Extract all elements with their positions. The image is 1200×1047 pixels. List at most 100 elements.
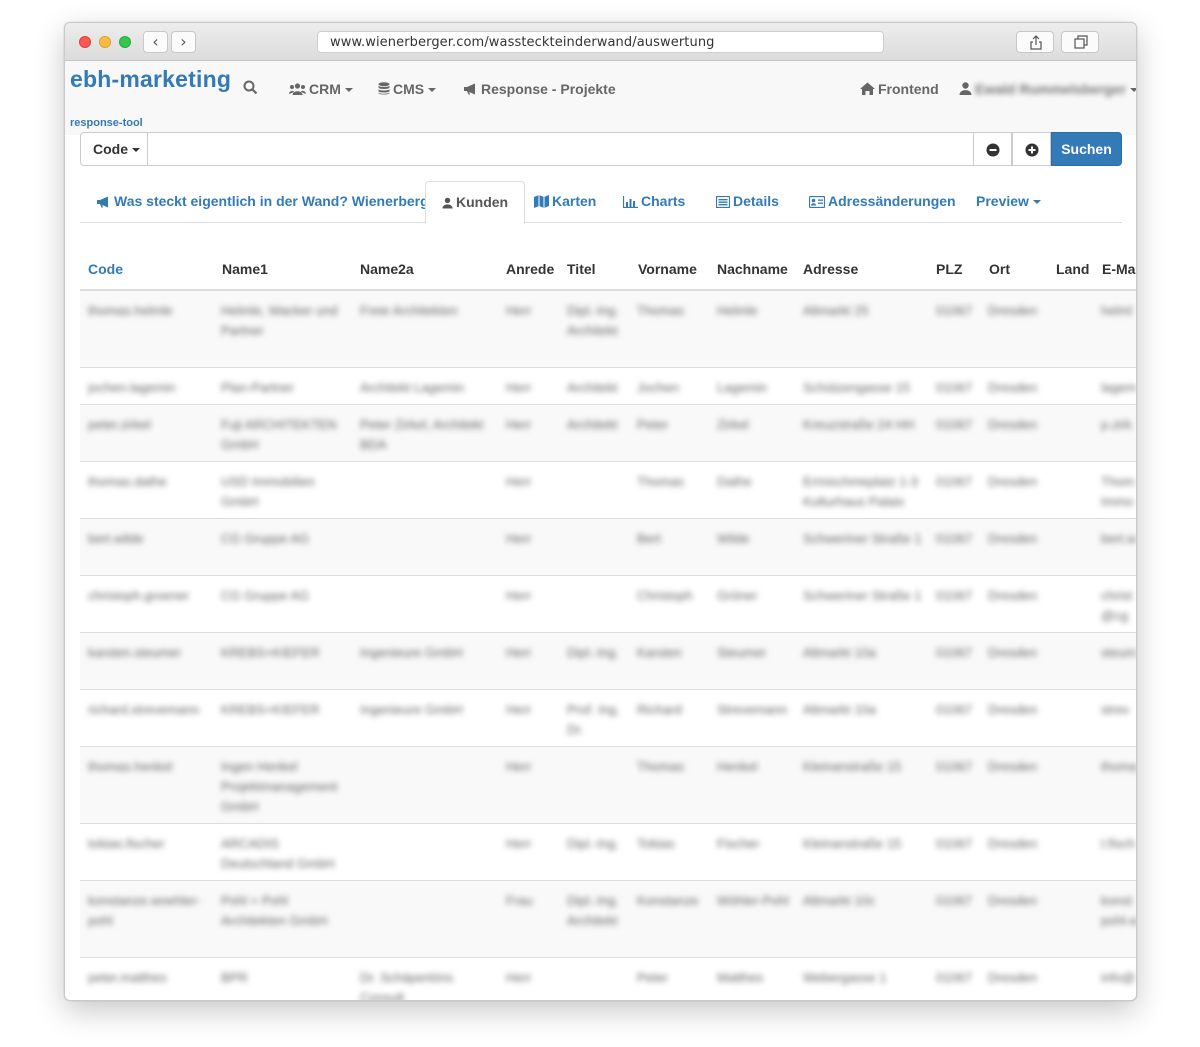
table-cell: Fischer <box>717 836 760 851</box>
table-row[interactable]: karsten.steumer KREBS+KIEFER Ingenieure Gm… <box>80 633 1136 690</box>
minimize-window-button[interactable] <box>99 36 111 48</box>
users-icon <box>289 83 306 95</box>
column-header-adresse[interactable]: Adresse <box>803 261 858 277</box>
table-cell: Altmarkt 25 <box>803 303 869 318</box>
table-cell: Herr <box>506 645 532 660</box>
table-cell: 01067 <box>936 970 973 985</box>
column-header-name2a[interactable]: Name2a <box>360 261 414 277</box>
column-header-plz[interactable]: PLZ <box>936 261 962 277</box>
tab-project-label: Was steckt eigentlich in der Wand? Wiene… <box>114 193 442 209</box>
brand-logo[interactable]: ebh-marketing <box>70 66 231 93</box>
search-submit-button[interactable]: Suchen <box>1051 132 1122 166</box>
list-icon <box>716 196 730 208</box>
nav-response-projects[interactable]: Response - Projekte <box>463 81 616 97</box>
table-cell: Dresden <box>988 303 1038 318</box>
share-icon <box>1030 35 1042 50</box>
column-header-code[interactable]: Code <box>88 261 123 277</box>
table-cell: Peter Zirkel, Architekt BDA <box>360 417 484 452</box>
table-cell: 01067 <box>936 303 973 318</box>
column-header-email[interactable]: E-Mai <box>1102 261 1136 277</box>
column-header-land[interactable]: Land <box>1056 261 1089 277</box>
table-cell: bert.wilde <box>88 531 144 546</box>
table-row[interactable]: peter.zirkel Fuji ARCHITEKTEN GmbH Peter Z… <box>80 405 1136 462</box>
address-bar[interactable]: www.wienerberger.com/wassteckteinderwand… <box>317 31 884 53</box>
tab-charts[interactable]: Charts <box>623 181 685 223</box>
column-header-nachname[interactable]: Nachname <box>717 261 788 277</box>
table-cell: Frau <box>506 893 533 908</box>
table-cell: thomas.dathe <box>88 474 167 489</box>
table-row[interactable]: konstanze.woehler-pohl Pohl + Pohl Archit… <box>80 881 1137 958</box>
nav-cms[interactable]: CMS <box>378 81 437 97</box>
table-cell: Tobias <box>637 836 675 851</box>
column-header-anrede[interactable]: Anrede <box>506 261 554 277</box>
table-cell: Herr <box>506 417 532 432</box>
table-cell: Zirkel <box>717 417 749 432</box>
table-cell: Herr <box>506 759 532 774</box>
bullhorn-icon <box>97 196 108 208</box>
table-row[interactable]: bert.wilde CG Gruppe AG Herr Bert Wilde Schwe… <box>80 519 1136 576</box>
table-cell: konst pohl-a <box>1101 893 1137 928</box>
tab-details[interactable]: Details <box>716 181 779 223</box>
table-cell: 01067 <box>936 702 973 717</box>
browser-titlebar: ‹ › www.wienerberger.com/wassteckteinder… <box>65 23 1136 61</box>
add-filter-button[interactable] <box>1012 132 1051 166</box>
table-cell: Herr <box>506 702 532 717</box>
table-row[interactable]: jochen.lagemin Plan-Partner Architekt Lage… <box>80 368 1137 405</box>
nav-response-label: Response - Projekte <box>481 81 616 97</box>
table-cell: Ingenieure GmbH <box>360 702 463 717</box>
remove-filter-button[interactable] <box>973 132 1012 166</box>
nav-crm[interactable]: CRM <box>289 81 353 97</box>
table-cell: lagem <box>1101 380 1137 395</box>
column-header-vorname[interactable]: Vorname <box>638 261 697 277</box>
column-header-ort[interactable]: Ort <box>989 261 1010 277</box>
column-header-titel[interactable]: Titel <box>567 261 596 277</box>
table-cell: Herr <box>506 588 532 603</box>
table-cell: USD Immobilien GmbH <box>221 474 315 509</box>
table-cell: 01067 <box>936 588 973 603</box>
table-cell: thomas.helmle <box>88 303 173 318</box>
chevron-down-icon <box>132 148 140 152</box>
table-cell: Gröner <box>717 588 758 603</box>
tab-details-label: Details <box>733 193 779 209</box>
nav-user-menu[interactable]: Ewald Rummelsberger <box>959 81 1136 97</box>
table-row[interactable]: thomas.henkel Ingen Henkel Projektmanagem… <box>80 747 1136 824</box>
table-cell: Herr <box>506 474 532 489</box>
column-header-name1[interactable]: Name1 <box>222 261 268 277</box>
table-cell: Dresden <box>988 531 1038 546</box>
code-filter-dropdown[interactable]: Code <box>80 132 148 166</box>
table-row[interactable]: christoph.groener CG Gruppe AG Herr Christo… <box>80 576 1136 633</box>
table-cell: Dresden <box>988 702 1038 717</box>
table-cell: Dresden <box>988 836 1038 851</box>
tab-preview[interactable]: Preview <box>976 181 1041 223</box>
tabs-overview-button[interactable] <box>1061 31 1099 53</box>
back-button[interactable]: ‹ <box>143 31 168 53</box>
table-cell: 01067 <box>936 645 973 660</box>
table-cell: 01067 <box>936 893 973 908</box>
table-cell: Dipl.-Ing. Architekt <box>567 303 620 338</box>
table-cell: helml <box>1101 303 1133 318</box>
minus-circle-icon <box>986 143 1000 157</box>
search-input[interactable] <box>147 132 974 166</box>
table-cell: Ingenieure GmbH <box>360 645 463 660</box>
table-cell: konstanze.woehler-pohl <box>88 893 201 928</box>
search-nav-button[interactable] <box>243 80 258 98</box>
table-cell: Bert <box>637 531 661 546</box>
table-cell: Thom Immo <box>1101 474 1135 509</box>
table-row[interactable]: tobias.fischer ARCADIS Deutschland GmbH He… <box>80 824 1136 881</box>
tab-adressaenderungen[interactable]: Adressänderungen <box>809 181 956 223</box>
tab-kunden-label: Kunden <box>456 194 509 210</box>
tab-kunden[interactable]: Kunden <box>425 181 526 224</box>
table-row[interactable]: thomas.dathe USD Immobilien GmbH Herr Thoma… <box>80 462 1136 519</box>
close-window-button[interactable] <box>79 36 91 48</box>
table-row[interactable]: peter.matthes BPR Dr. Schäpertöns Consult H… <box>80 958 1136 1000</box>
forward-button[interactable]: › <box>171 31 196 53</box>
zoom-window-button[interactable] <box>119 36 131 48</box>
share-button[interactable] <box>1016 31 1054 53</box>
tab-project[interactable]: Was steckt eigentlich in der Wand? Wiene… <box>96 181 442 223</box>
table-cell: Dipl.-Ing. <box>567 836 620 851</box>
nav-frontend[interactable]: Frontend <box>860 81 939 97</box>
table-cell: Peter <box>637 970 669 985</box>
tab-karten[interactable]: Karten <box>534 181 596 223</box>
table-row[interactable]: thomas.helmle Helmle, Wacker und Partner F… <box>80 291 1136 368</box>
table-row[interactable]: richard.strevemann KREBS+KIEFER Ingenieure… <box>80 690 1136 747</box>
